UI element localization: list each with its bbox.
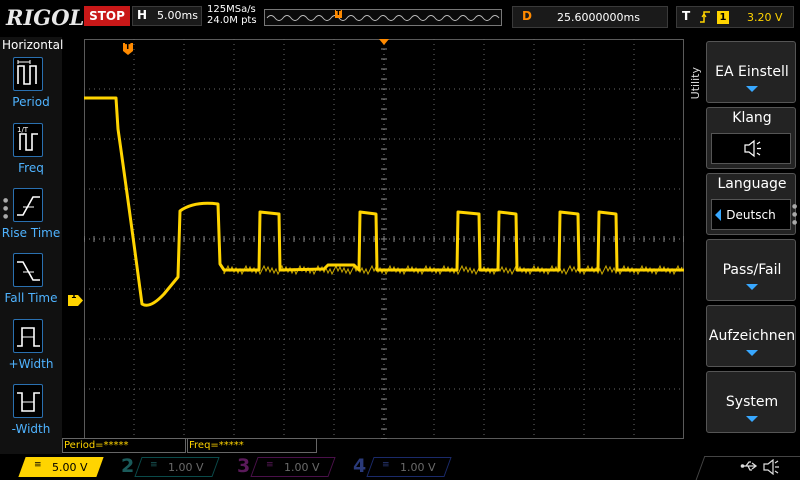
measure-label: Fall Time (4, 291, 58, 305)
timebase-label: H (137, 8, 148, 22)
chevron-down-icon (746, 86, 758, 92)
channel-number: 1 (7, 455, 21, 477)
rise-time-icon (13, 188, 43, 222)
measure-label: -Width (11, 422, 51, 436)
run-stop-indicator[interactable]: STOP (84, 6, 130, 26)
coupling-icon: ≡ (150, 460, 158, 470)
fall-time-icon (13, 253, 43, 287)
graticule (83, 38, 685, 440)
record-button[interactable]: Aufzeichnen (706, 305, 796, 367)
channel-scale: 1.00 V (168, 461, 204, 474)
system-button[interactable]: System (706, 371, 796, 433)
sound-value-box (711, 133, 791, 164)
channel-scale: 1.00 V (284, 461, 320, 474)
menu-button-label: Language (717, 176, 787, 192)
freq-measurement[interactable]: Freq=***** (187, 438, 317, 453)
trigger-label: T (682, 9, 691, 23)
negative-width-icon (13, 384, 43, 418)
channel-3-status[interactable]: 3 ≡ 1.00 V (232, 454, 344, 480)
channel-4-status[interactable]: 4 ≡ 1.00 V (348, 454, 460, 480)
menu-button-label: Pass/Fail (722, 262, 782, 278)
chevron-down-icon (746, 350, 758, 356)
coupling-icon: ≡ (34, 460, 42, 470)
menu-button-label: EA Einstell (715, 64, 789, 80)
measure-label: Freq (18, 161, 44, 175)
panel-title: Horizontal (2, 38, 64, 52)
chevron-down-icon (746, 284, 758, 290)
channel-scale: 5.00 V (52, 461, 88, 474)
brand-logo: RIGOL (6, 5, 85, 30)
channel-2-status[interactable]: 2 ≡ 1.00 V (116, 454, 228, 480)
pass-fail-button[interactable]: Pass/Fail (706, 239, 796, 301)
measure-fall-time[interactable]: Fall Time (0, 253, 62, 313)
center-time-marker (379, 39, 389, 45)
top-status-bar: RIGOL STOP H 5.00ms 125MSa/s 24.0M pts T… (0, 0, 800, 37)
channel-number: 4 (353, 455, 367, 477)
channel-number: 3 (237, 455, 251, 477)
positive-width-icon (13, 319, 43, 353)
chevron-down-icon (746, 416, 758, 422)
scroll-dots: ● ● ● (792, 203, 798, 226)
coupling-icon: ≡ (382, 460, 390, 470)
language-value: Deutsch (726, 208, 776, 222)
delay-label: D (522, 9, 532, 23)
usb-icon (740, 459, 758, 477)
measure-freq[interactable]: 1/T Freq (0, 123, 62, 183)
trigger-position-label: T (125, 42, 131, 51)
svg-text:1/T: 1/T (17, 126, 29, 134)
trigger-level: 3.20 V (747, 11, 783, 24)
timebase-value: 5.00ms (157, 9, 198, 22)
horizontal-measure-panel: Horizontal Period 1/T Freq ● ● ● Rise Time… (0, 37, 64, 454)
measure-label: Period (12, 95, 50, 109)
measure-label: +Width (8, 357, 54, 371)
acquisition-info: 125MSa/s 24.0M pts (207, 4, 257, 26)
memory-position-bar[interactable]: T (264, 9, 502, 26)
sound-button[interactable]: Klang (706, 107, 796, 169)
delay-value: 25.6000000ms (557, 11, 640, 24)
frequency-measure-icon: 1/T (13, 123, 43, 157)
measure-label: Rise Time (1, 226, 61, 240)
coupling-icon: ≡ (266, 460, 274, 470)
measure-negative-width[interactable]: -Width (0, 384, 62, 444)
language-button[interactable]: Language Deutsch (706, 173, 796, 235)
channel-1-status[interactable]: 1 ≡ 5.00 V (0, 454, 112, 480)
timebase-box[interactable]: H 5.00ms (132, 6, 202, 26)
waveform-display[interactable]: T (83, 38, 685, 440)
memory-depth: 24.0M pts (207, 15, 257, 26)
trigger-box[interactable]: T 1 3.20 V (676, 6, 794, 28)
sample-rate: 125MSa/s (207, 4, 256, 15)
waveform-grid (83, 38, 685, 440)
rising-edge-icon (699, 9, 711, 28)
measure-rise-time[interactable]: Rise Time (0, 188, 62, 248)
language-value-box: Deutsch (711, 199, 791, 230)
channel-scale: 1.00 V (400, 461, 436, 474)
ch1-ground-marker[interactable]: 1 (68, 291, 84, 306)
menu-button-label: System (725, 394, 779, 410)
menu-button-label: Klang (732, 110, 772, 126)
delay-box[interactable]: D 25.6000000ms (512, 6, 668, 28)
utility-menu: Utility EA Einstell Klang Language Deuts… (686, 37, 800, 454)
trigger-source: 1 (717, 11, 729, 24)
menu-button-label: Aufzeichnen (708, 328, 796, 344)
measure-period[interactable]: Period (0, 57, 62, 117)
channel-status-bar: 1 ≡ 5.00 V 2 ≡ 1.00 V 3 ≡ 1.00 V 4 ≡ 1.0… (0, 454, 800, 480)
memory-waveform-preview (266, 10, 500, 21)
io-settings-button[interactable]: EA Einstell (706, 41, 796, 103)
menu-title: Utility (689, 67, 702, 100)
period-measure-icon (13, 57, 43, 91)
ch1-ground-marker-label: 1 (71, 291, 77, 300)
memory-trigger-marker: T (336, 9, 341, 17)
speaker-icon (762, 458, 782, 479)
period-measurement[interactable]: Period=***** (62, 438, 186, 453)
speaker-icon (744, 139, 761, 158)
measure-positive-width[interactable]: +Width (0, 319, 62, 379)
channel-number: 2 (121, 455, 135, 477)
